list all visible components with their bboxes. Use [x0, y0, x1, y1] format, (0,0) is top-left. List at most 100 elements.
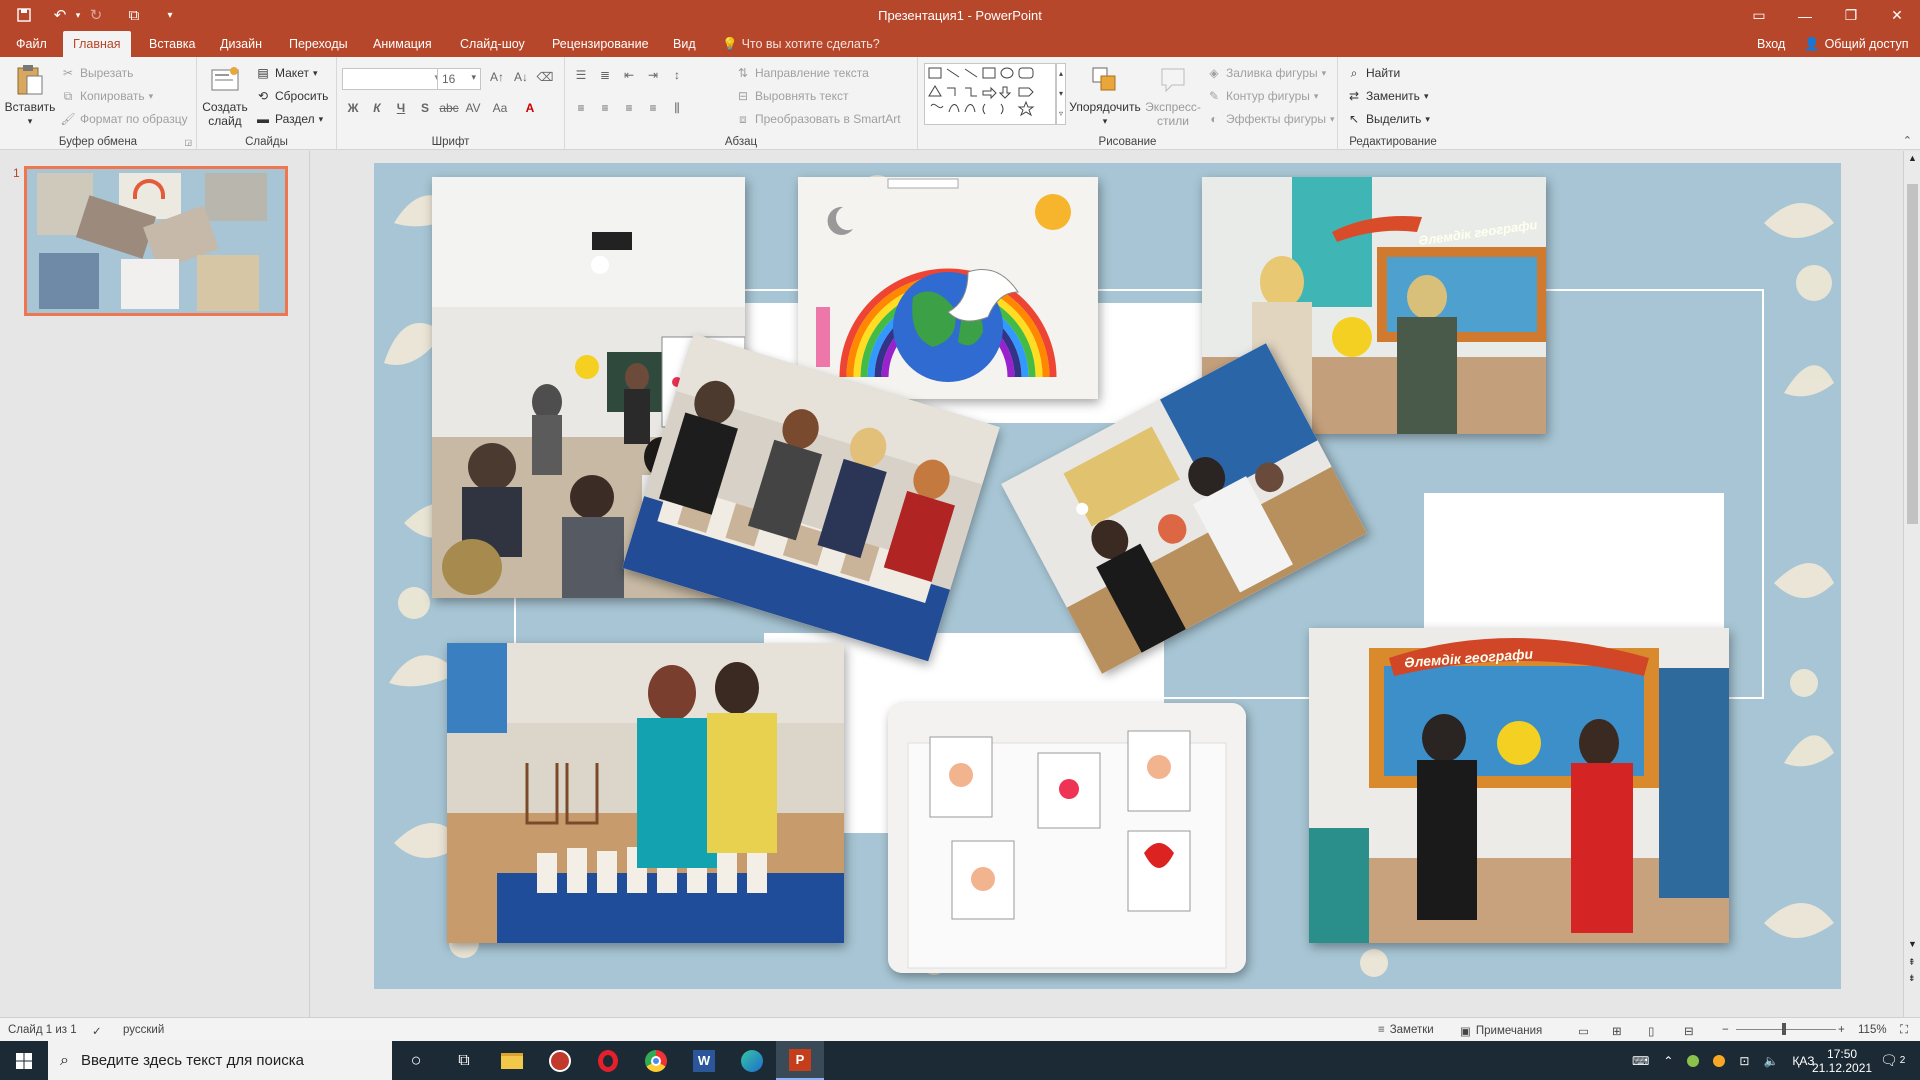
cut-button[interactable]: ✂ Вырезать	[60, 65, 133, 81]
signin-link[interactable]: Вход	[1747, 31, 1795, 57]
align-right-icon[interactable]: ≡	[619, 101, 639, 116]
replace-button[interactable]: ⇄ Заменить ▾	[1346, 88, 1429, 104]
strikethrough-button[interactable]: abc	[439, 101, 459, 115]
copy-button[interactable]: ⧉ Копировать ▾	[60, 88, 153, 104]
format-painter-button[interactable]: 🖌 Формат по образцу	[60, 111, 187, 127]
align-text-button[interactable]: ⊟ Выровнять текст	[735, 88, 849, 104]
notes-button[interactable]: ≡ Заметки	[1378, 1024, 1434, 1036]
spellcheck-icon[interactable]: ✓	[92, 1024, 102, 1038]
tab-animations[interactable]: Анимация	[363, 31, 442, 57]
line-spacing-icon[interactable]: ↕	[667, 68, 687, 82]
tab-file[interactable]: Файл	[6, 31, 57, 57]
shape-fill-button[interactable]: ◈ Заливка фигуры ▾	[1206, 65, 1326, 81]
font-size-combo[interactable]: 16 ▾	[437, 68, 481, 90]
grow-font-icon[interactable]: A↑	[487, 70, 507, 84]
char-spacing-button[interactable]: AV	[463, 101, 483, 115]
align-left-icon[interactable]: ≡	[571, 101, 591, 116]
photo-children-drawings[interactable]	[888, 703, 1246, 973]
zoom-slider[interactable]	[1736, 1029, 1836, 1030]
shapes-gallery[interactable]	[924, 63, 1056, 125]
windows-start-icon[interactable]	[0, 1041, 48, 1080]
shadow-button[interactable]: S	[415, 101, 435, 115]
layout-button[interactable]: ▤ Макет ▾	[255, 65, 317, 81]
align-center-icon[interactable]: ≡	[595, 101, 615, 116]
app-red-circle-icon[interactable]	[536, 1041, 584, 1080]
tab-slideshow[interactable]: Слайд-шоу	[450, 31, 535, 57]
numbering-icon[interactable]: ≣	[595, 68, 615, 82]
zoom-in-icon[interactable]: +	[1838, 1024, 1845, 1036]
columns-icon[interactable]: ⫼	[667, 101, 687, 116]
minimize-icon[interactable]: —	[1782, 0, 1828, 31]
network-icon[interactable]: ⊡	[1739, 1054, 1749, 1068]
dialog-launcher-icon[interactable]: ◲	[184, 138, 192, 147]
tab-transitions[interactable]: Переходы	[279, 31, 358, 57]
new-slide-button[interactable]: Создать слайд	[201, 63, 249, 128]
edge-icon[interactable]	[728, 1041, 776, 1080]
justify-icon[interactable]: ≡	[643, 101, 663, 116]
arrange-button[interactable]: Упорядочить ▾	[1068, 63, 1142, 128]
shape-outline-button[interactable]: ✎ Контур фигуры ▾	[1206, 88, 1318, 104]
tab-design[interactable]: Дизайн	[210, 31, 272, 57]
photo-women-books[interactable]	[447, 643, 844, 943]
quick-styles-button[interactable]: Экспресс- стили	[1142, 63, 1204, 128]
text-direction-button[interactable]: ⇅ Направление текста	[735, 65, 869, 81]
font-color-button[interactable]: A	[517, 101, 543, 115]
previous-slide-icon[interactable]: ⇞	[1908, 957, 1916, 968]
increase-indent-icon[interactable]: ⇥	[643, 68, 663, 82]
task-view-icon[interactable]: ⧉	[440, 1041, 488, 1080]
close-icon[interactable]: ✕	[1874, 0, 1920, 31]
powerpoint-icon[interactable]: P	[776, 1041, 824, 1080]
cortana-icon[interactable]: ○	[392, 1041, 440, 1080]
underline-button[interactable]: Ч	[391, 101, 411, 115]
collapse-ribbon-icon[interactable]: ⌃	[1903, 134, 1912, 147]
app-tray-icon[interactable]	[1713, 1054, 1726, 1067]
scroll-up-icon[interactable]: ▲	[1908, 153, 1917, 163]
reset-button[interactable]: ⟲ Сбросить	[255, 88, 328, 104]
font-name-combo[interactable]: ▾	[342, 68, 444, 90]
shapes-more-icon[interactable]: ▴ ▾ ▿	[1056, 63, 1066, 125]
clear-format-icon[interactable]: ⌫	[535, 70, 555, 84]
scroll-down-icon[interactable]: ▼	[1908, 939, 1917, 949]
ribbon-display-icon[interactable]: ▭	[1736, 0, 1782, 31]
slide-sorter-icon[interactable]: ⊞	[1612, 1024, 1622, 1038]
clock[interactable]: 17:50 21.12.2021	[1812, 1041, 1872, 1080]
share-button[interactable]: 👤 Общий доступ	[1794, 31, 1919, 57]
language-indicator[interactable]: русский	[123, 1024, 164, 1036]
tab-view[interactable]: Вид	[663, 31, 706, 57]
volume-icon[interactable]: 🔈	[1763, 1054, 1778, 1068]
fit-slide-icon[interactable]: ⛶	[1900, 1024, 1908, 1037]
next-slide-icon[interactable]: ⇟	[1908, 973, 1916, 984]
opera-icon[interactable]	[584, 1041, 632, 1080]
bold-button[interactable]: Ж	[343, 101, 363, 115]
select-button[interactable]: ↖ Выделить ▾	[1346, 111, 1430, 127]
comments-button[interactable]: ▣ Примечания	[1460, 1024, 1542, 1038]
zoom-out-icon[interactable]: −	[1722, 1024, 1729, 1036]
change-case-button[interactable]: Aa	[487, 101, 513, 115]
tab-insert[interactable]: Вставка	[139, 31, 205, 57]
section-button[interactable]: ▬ Раздел ▾	[255, 111, 323, 127]
zoom-level[interactable]: 115%	[1858, 1024, 1887, 1036]
file-explorer-icon[interactable]	[488, 1041, 536, 1080]
bullets-icon[interactable]: ☰	[571, 68, 591, 82]
tab-review[interactable]: Рецензирование	[542, 31, 659, 57]
shape-effects-button[interactable]: ◐ Эффекты фигуры ▾	[1206, 111, 1334, 127]
zoom-slider-thumb[interactable]	[1782, 1023, 1786, 1035]
tell-me-box[interactable]: 💡 Что вы хотите сделать?	[712, 31, 890, 57]
paste-button[interactable]: Вставить ▾	[4, 63, 56, 128]
slideshow-view-icon[interactable]: ⊟	[1684, 1024, 1694, 1038]
slide-thumbnail[interactable]	[24, 166, 288, 316]
antivirus-icon[interactable]	[1687, 1054, 1700, 1067]
reading-view-icon[interactable]: ▯	[1648, 1024, 1654, 1038]
italic-button[interactable]: К	[367, 101, 387, 115]
vertical-scrollbar[interactable]: ▲ ▼ ⇞ ⇟	[1903, 151, 1920, 1017]
normal-view-icon[interactable]: ▭	[1578, 1024, 1589, 1038]
shrink-font-icon[interactable]: A↓	[511, 70, 531, 84]
tab-home[interactable]: Главная	[63, 31, 131, 57]
smartart-button[interactable]: ⧈ Преобразовать в SmartArt	[735, 111, 900, 127]
word-icon[interactable]: W	[680, 1041, 728, 1080]
taskbar-search-box[interactable]: ⌕ Введите здесь текст для поиска	[48, 1041, 392, 1080]
photo-rainbow-drawing[interactable]	[798, 177, 1098, 399]
photo-geography-class[interactable]: Әлемдік географи	[1309, 628, 1729, 943]
slide-canvas[interactable]: Әлемдік географи Әлемдік географи	[374, 163, 1841, 989]
chrome-icon[interactable]	[632, 1041, 680, 1080]
